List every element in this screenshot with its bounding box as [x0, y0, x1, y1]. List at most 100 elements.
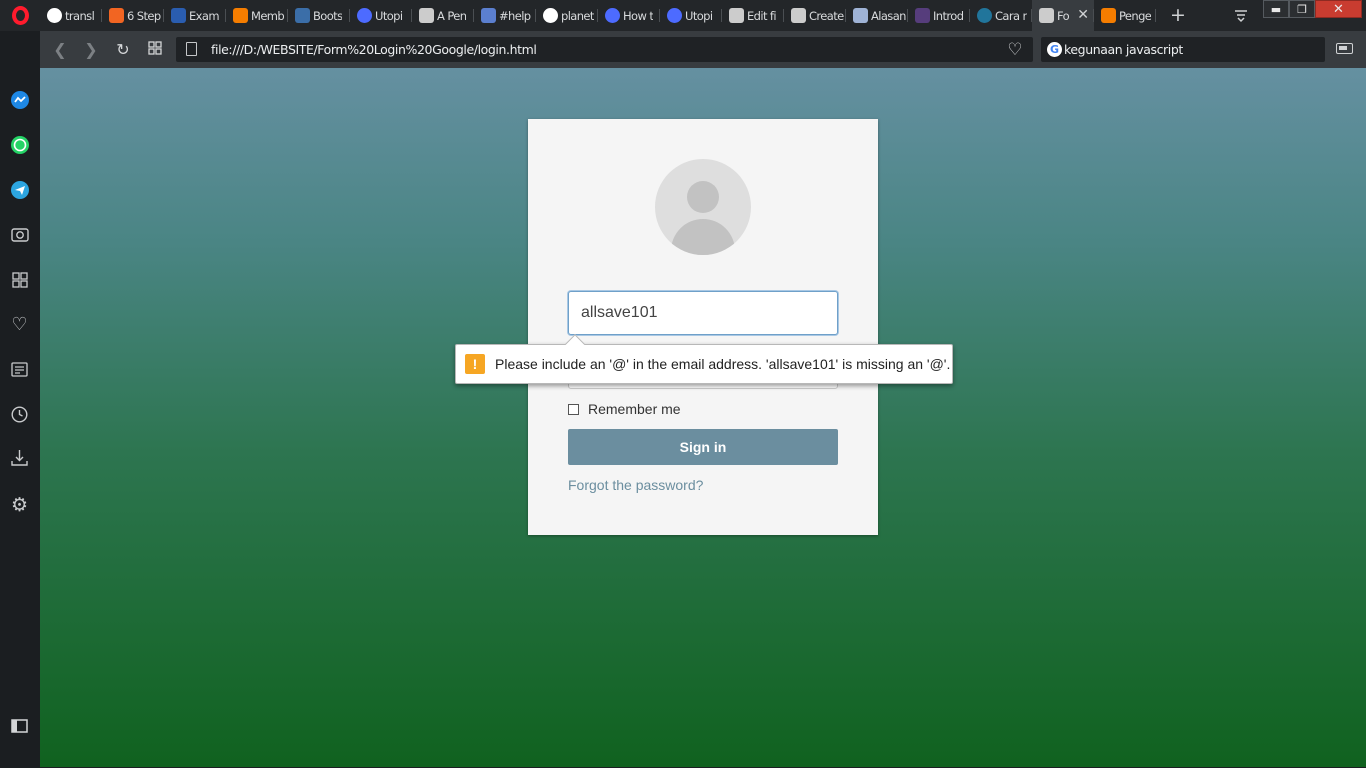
close-tab-icon[interactable]: ✕ [1077, 7, 1089, 23]
settings-gear-icon[interactable]: ⚙ [9, 494, 30, 516]
google-icon: G [1047, 42, 1062, 57]
tab-7[interactable]: #help [474, 0, 536, 31]
tab-1[interactable]: 6 Step [102, 0, 164, 31]
tab-15[interactable]: Cara r [970, 0, 1032, 31]
tab-label: Penge [1119, 8, 1152, 23]
tab-label: Utopi [375, 8, 403, 23]
file-icon [729, 8, 744, 23]
slack-icon [481, 8, 496, 23]
page-viewport: Remember me Sign in Forgot the password?… [40, 68, 1366, 767]
downloads-icon[interactable] [9, 447, 30, 468]
tab-0[interactable]: transl [40, 0, 102, 31]
tab-label: #help [499, 8, 531, 23]
tab-5[interactable]: Utopi [350, 0, 412, 31]
search-field[interactable]: G kegunaan javascript [1041, 37, 1325, 62]
back-button[interactable]: ❮ [50, 40, 70, 60]
file-icon [791, 8, 806, 23]
avatar-head [687, 181, 719, 213]
tab-label: transl [65, 8, 95, 23]
remember-me-checkbox[interactable] [568, 403, 579, 415]
tab-grid-button[interactable] [145, 40, 165, 60]
tab-label: Fo [1057, 8, 1070, 23]
bookmark-heart-icon[interactable]: ♡ [1005, 40, 1025, 60]
tab-17[interactable]: Penge [1094, 0, 1156, 31]
speed-dial-icon[interactable] [9, 269, 30, 290]
forward-button[interactable]: ❯ [81, 40, 101, 60]
blogger-icon [1101, 8, 1116, 23]
chart-icon [171, 8, 186, 23]
tab-3[interactable]: Memb [226, 0, 288, 31]
news-icon[interactable] [9, 359, 30, 380]
tab-label: Cara r [995, 8, 1027, 23]
tab-12[interactable]: Create [784, 0, 846, 31]
wordpress-icon [977, 8, 992, 23]
bookmarks-heart-icon[interactable]: ♡ [9, 314, 30, 335]
whatsapp-icon[interactable] [9, 134, 30, 155]
warning-icon: ! [465, 354, 485, 374]
arrow-icon [109, 8, 124, 23]
sign-in-button[interactable]: Sign in [568, 429, 838, 465]
tab-label: A Pen [437, 8, 467, 23]
utopia-icon [357, 8, 372, 23]
url-field[interactable]: file:///D:/WEBSITE/Form%20Login%20Google… [176, 37, 1033, 62]
email-input[interactable] [568, 291, 838, 335]
tab-13[interactable]: Alasan [846, 0, 908, 31]
tab-label: Exam [189, 8, 219, 23]
tab-10[interactable]: Utopi [660, 0, 722, 31]
opera-menu-button[interactable] [0, 0, 40, 31]
sidebar: ♡ ⚙ [0, 31, 40, 768]
opera-logo-icon [11, 6, 29, 25]
tab-label: 6 Step [127, 8, 161, 23]
new-tab-button[interactable]: + [1168, 4, 1188, 26]
tab-label: Alasan [871, 8, 906, 23]
tab-label: Memb [251, 8, 285, 23]
restore-button[interactable]: ❐ [1289, 0, 1315, 18]
chevron-right-icon: ❯ [84, 40, 98, 59]
tab-8[interactable]: planet [536, 0, 598, 31]
avatar-placeholder-icon [655, 159, 751, 255]
utopia-icon [667, 8, 682, 23]
tab-menu-icon [1235, 10, 1247, 23]
remember-me-row[interactable]: Remember me [568, 400, 681, 418]
tab-strip: transl 6 Step Exam Memb Boots Utopi A Pen #help… [40, 0, 1156, 31]
close-window-button[interactable]: ✕ [1315, 0, 1362, 18]
codepen-icon [419, 8, 434, 23]
tab-9[interactable]: How t [598, 0, 660, 31]
login-card: Remember me Sign in Forgot the password? [528, 119, 878, 535]
tab-4[interactable]: Boots [288, 0, 350, 31]
minimize-button[interactable]: ▬ [1263, 0, 1289, 18]
url-text: file:///D:/WEBSITE/Form%20Login%20Google… [211, 42, 537, 57]
reload-button[interactable]: ↻ [113, 40, 133, 60]
tab-label: How t [623, 8, 654, 23]
grid-icon [148, 41, 162, 55]
battery-saver-icon[interactable] [1336, 43, 1353, 54]
chevron-left-icon: ❮ [53, 40, 67, 59]
blogger-icon [233, 8, 248, 23]
messenger-icon[interactable] [9, 89, 30, 110]
history-clock-icon[interactable] [9, 404, 30, 425]
tab-label: Boots [313, 8, 343, 23]
tab-11[interactable]: Edit fi [722, 0, 784, 31]
page-icon [186, 42, 197, 56]
tab-16[interactable]: Fo ✕ [1032, 0, 1094, 31]
file-icon [1039, 8, 1054, 23]
tab-label: Utopi [685, 8, 713, 23]
google-icon [47, 8, 62, 23]
tab-label: Introd [933, 8, 964, 23]
tab-label: planet [561, 8, 594, 23]
validation-message: Please include an '@' in the email addre… [495, 356, 951, 372]
tab-6[interactable]: A Pen [412, 0, 474, 31]
telegram-icon[interactable] [9, 179, 30, 200]
camera-icon[interactable] [9, 223, 30, 244]
tab-2[interactable]: Exam [164, 0, 226, 31]
tab-label: Edit fi [747, 8, 776, 23]
utopia-icon [605, 8, 620, 23]
tab-14[interactable]: Introd [908, 0, 970, 31]
tab-menu-button[interactable] [1232, 6, 1250, 24]
tab-bar: transl 6 Step Exam Memb Boots Utopi A Pen #help… [0, 0, 1366, 31]
search-text: kegunaan javascript [1064, 42, 1183, 57]
forgot-password-link[interactable]: Forgot the password? [568, 477, 703, 493]
reload-icon: ↻ [116, 40, 130, 59]
github-icon [543, 8, 558, 23]
sidebar-toggle-icon[interactable] [9, 715, 30, 736]
